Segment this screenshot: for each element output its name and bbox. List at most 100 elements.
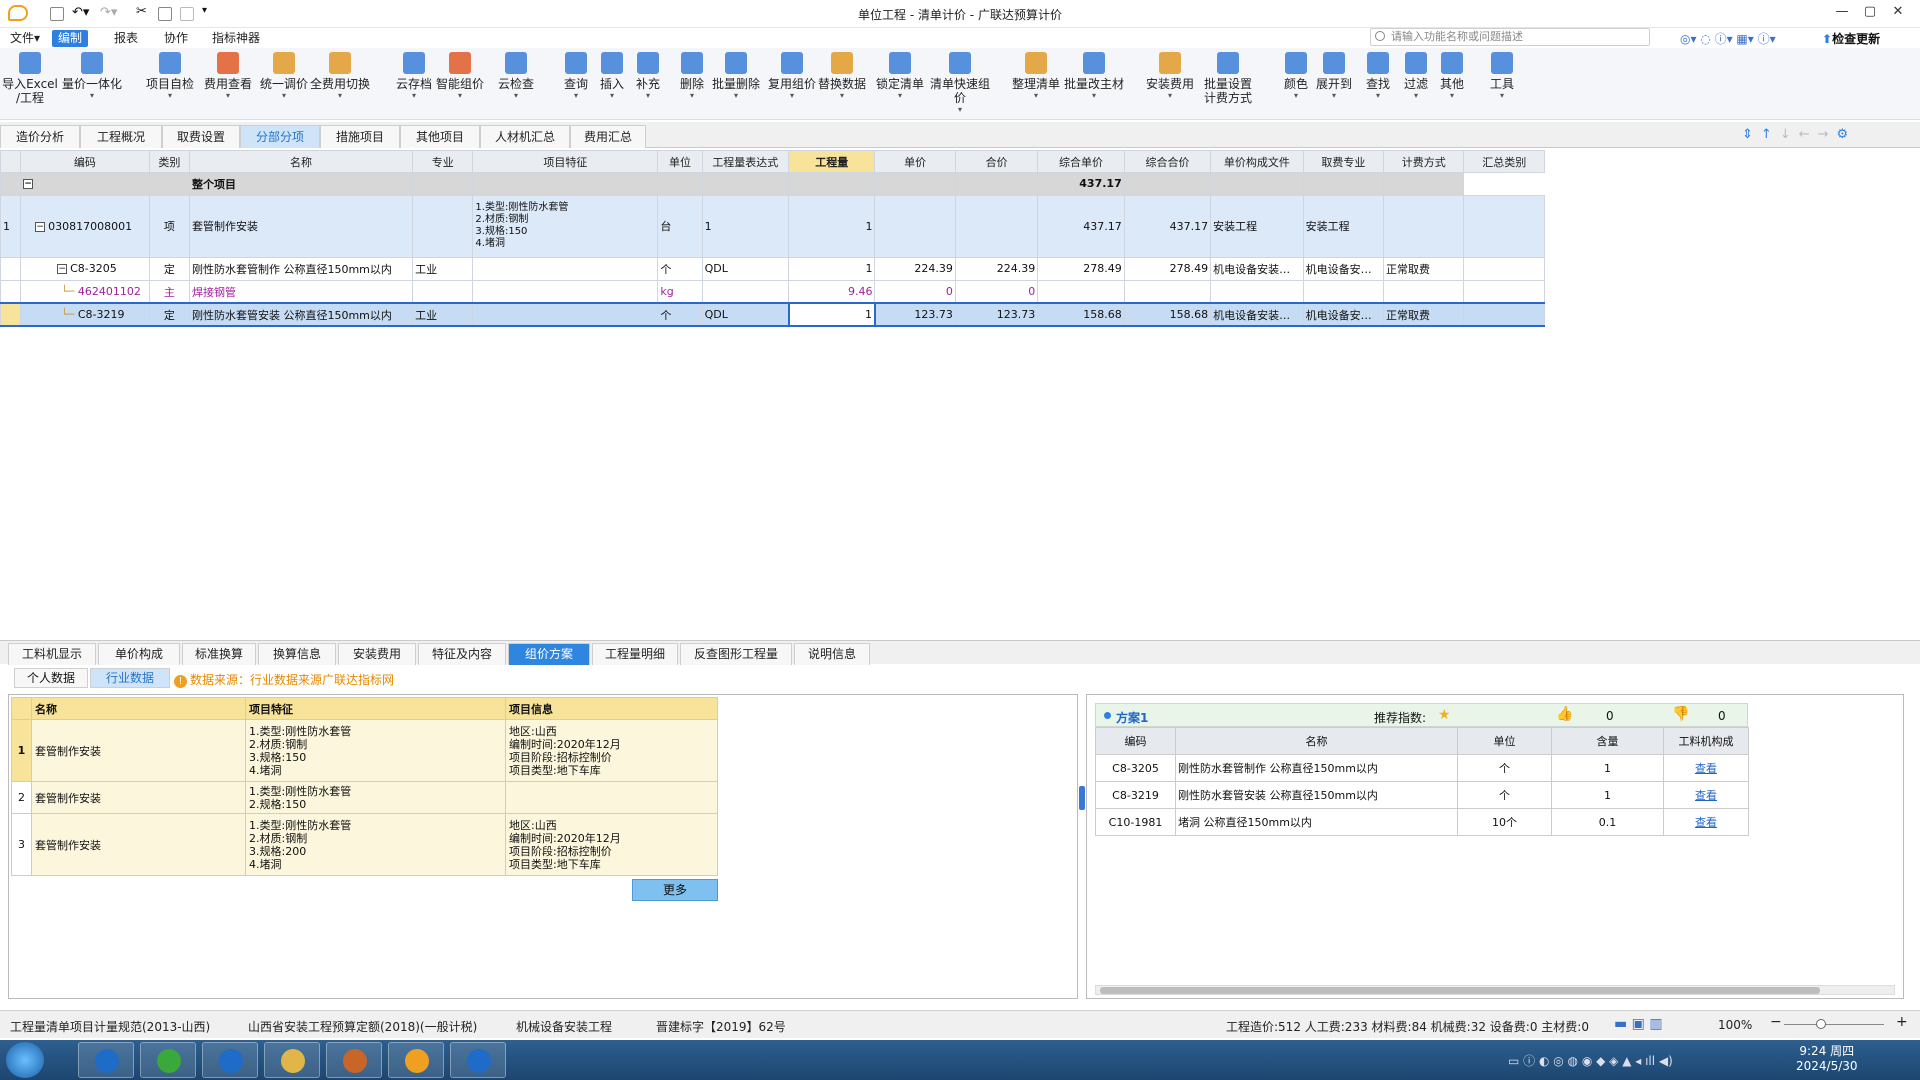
grid-col-header[interactable]: 编码 bbox=[20, 150, 150, 173]
menu-index[interactable]: 指标神器 bbox=[206, 30, 266, 47]
maximize-button[interactable]: ▢ bbox=[1858, 4, 1882, 22]
grid-cell-major[interactable]: 工业 bbox=[412, 257, 474, 281]
zoom-handle[interactable] bbox=[1816, 1019, 1826, 1029]
grid-cell-file[interactable]: 安装工程 bbox=[1210, 194, 1304, 259]
grid-cell-cat[interactable] bbox=[1463, 194, 1545, 259]
system-clock[interactable]: 9:24 周四 2024/5/30 bbox=[1796, 1044, 1858, 1074]
ribbon-full-fee-button[interactable]: 全费用切换 ▾ bbox=[310, 52, 370, 101]
top-tab-6[interactable]: 人材机汇总 bbox=[480, 125, 570, 148]
more-button[interactable]: 更多 bbox=[632, 879, 718, 901]
taskbar-app-6[interactable] bbox=[450, 1042, 506, 1078]
grid-cell-file[interactable]: 机电设备安装… bbox=[1210, 257, 1304, 281]
table-row[interactable]: C8-3205 刚性防水套管制作 公称直径150mm以内个 1 查看 bbox=[1095, 754, 1749, 782]
grid-cell-qty[interactable]: 1 bbox=[788, 194, 876, 259]
grid-cell-uprice[interactable] bbox=[1037, 279, 1125, 304]
grid-cell-cat[interactable] bbox=[1463, 279, 1545, 304]
ribbon-quick-price-button[interactable]: 清单快速组价 ▾ bbox=[930, 52, 990, 115]
grid-cell-expr[interactable]: 1 bbox=[701, 194, 790, 259]
grid-cell-code[interactable]: −030817008001 bbox=[20, 194, 150, 259]
ribbon-smart-price-button[interactable]: 智能组价 ▾ bbox=[430, 52, 490, 101]
ribbon-batch-setting-button[interactable]: 批量设置 计费方式 bbox=[1198, 52, 1258, 105]
grid-cell-major[interactable] bbox=[412, 279, 474, 304]
grid-cell-feature[interactable] bbox=[472, 257, 659, 281]
view-link[interactable]: 查看 bbox=[1695, 762, 1717, 775]
ribbon-batch-material-button[interactable]: 批量改主材 ▾ bbox=[1064, 52, 1124, 101]
grid-cell-file[interactable] bbox=[1210, 279, 1304, 304]
grid-cell-price[interactable]: 224.39 bbox=[874, 257, 956, 281]
table-row[interactable]: C8-3219 刚性防水套管安装 公称直径150mm以内个 1 查看 bbox=[1095, 781, 1749, 809]
ribbon-unify-price-button[interactable]: 统一调价 ▾ bbox=[254, 52, 314, 101]
grid-col-header[interactable]: 项目特征 bbox=[472, 150, 659, 173]
grid-cell-method[interactable] bbox=[1383, 194, 1465, 259]
grid-cell-expr[interactable] bbox=[701, 279, 790, 304]
tray-icons[interactable]: ▭ ⓘ ◐ ◎ ◍ ◉ ◆ ◈ ▲ ◂ ıll ◀) bbox=[1508, 1052, 1673, 1069]
plan-name[interactable]: 方案1 bbox=[1116, 709, 1148, 726]
grid-col-header[interactable]: 计费方式 bbox=[1383, 150, 1465, 173]
table-row[interactable]: 1 套管制作安装 1.类型:刚性防水套管 2.材质:钢制 3.规格:150 4.堵洞 地区:… bbox=[11, 719, 718, 782]
minimize-button[interactable]: — bbox=[1830, 4, 1854, 22]
thumbs-down-icon[interactable]: 👎 bbox=[1672, 706, 1689, 722]
table-row[interactable]: 1−030817008001 项套管制作安装 1.类型:刚性防水套管 2.材质:钢制 3… bbox=[0, 194, 1545, 259]
grid-cell-type[interactable]: 定 bbox=[148, 257, 190, 281]
view-link[interactable]: 查看 bbox=[1695, 789, 1717, 802]
grid-cell-major[interactable]: 工业 bbox=[412, 302, 474, 327]
grid-cell-qty[interactable]: 1 bbox=[787, 302, 876, 327]
bottom-tab-2[interactable]: 标准换算 bbox=[182, 643, 256, 665]
taskbar-app-5[interactable] bbox=[388, 1042, 444, 1078]
grid-nav-icons[interactable]: ⇕↑↓←→⚙ bbox=[1742, 127, 1856, 142]
grid-col-header[interactable]: 单位 bbox=[657, 150, 703, 173]
grid-cell-price[interactable]: 123.73 bbox=[874, 302, 956, 327]
ribbon-self-check-button[interactable]: 项目自检 ▾ bbox=[140, 52, 200, 101]
grid-cell-amount[interactable]: 224.39 bbox=[954, 257, 1039, 281]
grid-cell-code[interactable]: └─ 462401102 bbox=[20, 279, 150, 304]
taskbar-app-1[interactable] bbox=[140, 1042, 196, 1078]
grid-cell-code[interactable]: − C8-3205 bbox=[20, 257, 150, 281]
grid-cell-qty[interactable]: 9.46 bbox=[788, 279, 876, 304]
grid-cell-feemajor[interactable]: 机电设备安… bbox=[1302, 257, 1385, 281]
grid-col-header[interactable]: 专业 bbox=[412, 150, 474, 173]
horizontal-scrollbar[interactable] bbox=[1095, 985, 1895, 995]
help-icons[interactable]: ◎▾ ◌ ⓘ▾ ▦▾ ⓘ▾ bbox=[1680, 30, 1776, 47]
grid-cell-uamount[interactable]: 278.49 bbox=[1123, 257, 1212, 281]
scrollbar-thumb[interactable] bbox=[1100, 987, 1820, 994]
grid-cell-file[interactable]: 机电设备安装… bbox=[1210, 302, 1304, 327]
ribbon-fee-view-button[interactable]: 费用查看 ▾ bbox=[198, 52, 258, 101]
grid-col-header[interactable]: 工程量表达式 bbox=[701, 150, 790, 173]
grid-col-header[interactable]: 取费专业 bbox=[1302, 150, 1385, 173]
data-tab-0[interactable]: 个人数据 bbox=[14, 668, 88, 688]
top-tab-1[interactable]: 工程概况 bbox=[80, 125, 162, 148]
zoom-out-icon[interactable]: − bbox=[1770, 1014, 1782, 1030]
grid-cell-cat[interactable] bbox=[1463, 257, 1545, 281]
bottom-tab-4[interactable]: 安装费用 bbox=[338, 643, 416, 665]
grid-cell-feemajor[interactable]: 安装工程 bbox=[1302, 194, 1385, 259]
bottom-tab-6[interactable]: 组价方案 bbox=[508, 643, 590, 665]
ribbon-batch-delete-button[interactable]: 批量删除 ▾ bbox=[706, 52, 766, 101]
grid-cell-type[interactable]: 定 bbox=[148, 302, 190, 327]
grid-cell-code[interactable]: └─ C8-3219 bbox=[20, 302, 150, 327]
ribbon-tools-button[interactable]: 工具 ▾ bbox=[1472, 52, 1532, 101]
menu-collab[interactable]: 协作 bbox=[158, 30, 194, 47]
thumbs-up-icon[interactable]: 👍 bbox=[1556, 706, 1573, 722]
table-row[interactable]: 2 套管制作安装 1.类型:刚性防水套管 2.规格:150 bbox=[11, 781, 718, 814]
menu-report[interactable]: 报表 bbox=[108, 30, 144, 47]
grid-col-header[interactable]: 类别 bbox=[148, 150, 190, 173]
table-row[interactable]: 3 套管制作安装 1.类型:刚性防水套管 2.材质:钢制 3.规格:200 4.堵洞 地区:… bbox=[11, 813, 718, 876]
function-search-input[interactable]: 请输入功能名称或问题描述 bbox=[1370, 28, 1650, 46]
grid-cell-amount[interactable] bbox=[954, 194, 1039, 259]
bottom-tab-3[interactable]: 换算信息 bbox=[258, 643, 336, 665]
grid-cell-major[interactable] bbox=[412, 194, 474, 259]
grid-col-header[interactable]: 名称 bbox=[188, 150, 414, 173]
menu-edit[interactable]: 编制 bbox=[52, 30, 89, 47]
check-update-button[interactable]: ⬆检查更新 bbox=[1822, 30, 1880, 47]
ribbon-arrange-list-button[interactable]: 整理清单 ▾ bbox=[1006, 52, 1066, 101]
zoom-in-icon[interactable]: + bbox=[1896, 1014, 1908, 1030]
grid-cell-feature[interactable] bbox=[472, 302, 659, 327]
top-tab-5[interactable]: 其他项目 bbox=[400, 125, 480, 148]
grid-total-row[interactable]: − 整个项目 437.17 bbox=[0, 172, 1545, 196]
grid-cell-cat[interactable] bbox=[1463, 302, 1545, 327]
grid-cell-price[interactable] bbox=[874, 194, 956, 259]
table-row[interactable]: C10-1981 堵洞 公称直径150mm以内 10个 0.1 查看 bbox=[1095, 808, 1749, 836]
top-tab-4[interactable]: 措施项目 bbox=[320, 125, 400, 148]
start-button-icon[interactable] bbox=[6, 1042, 44, 1078]
top-tab-7[interactable]: 费用汇总 bbox=[570, 125, 646, 148]
